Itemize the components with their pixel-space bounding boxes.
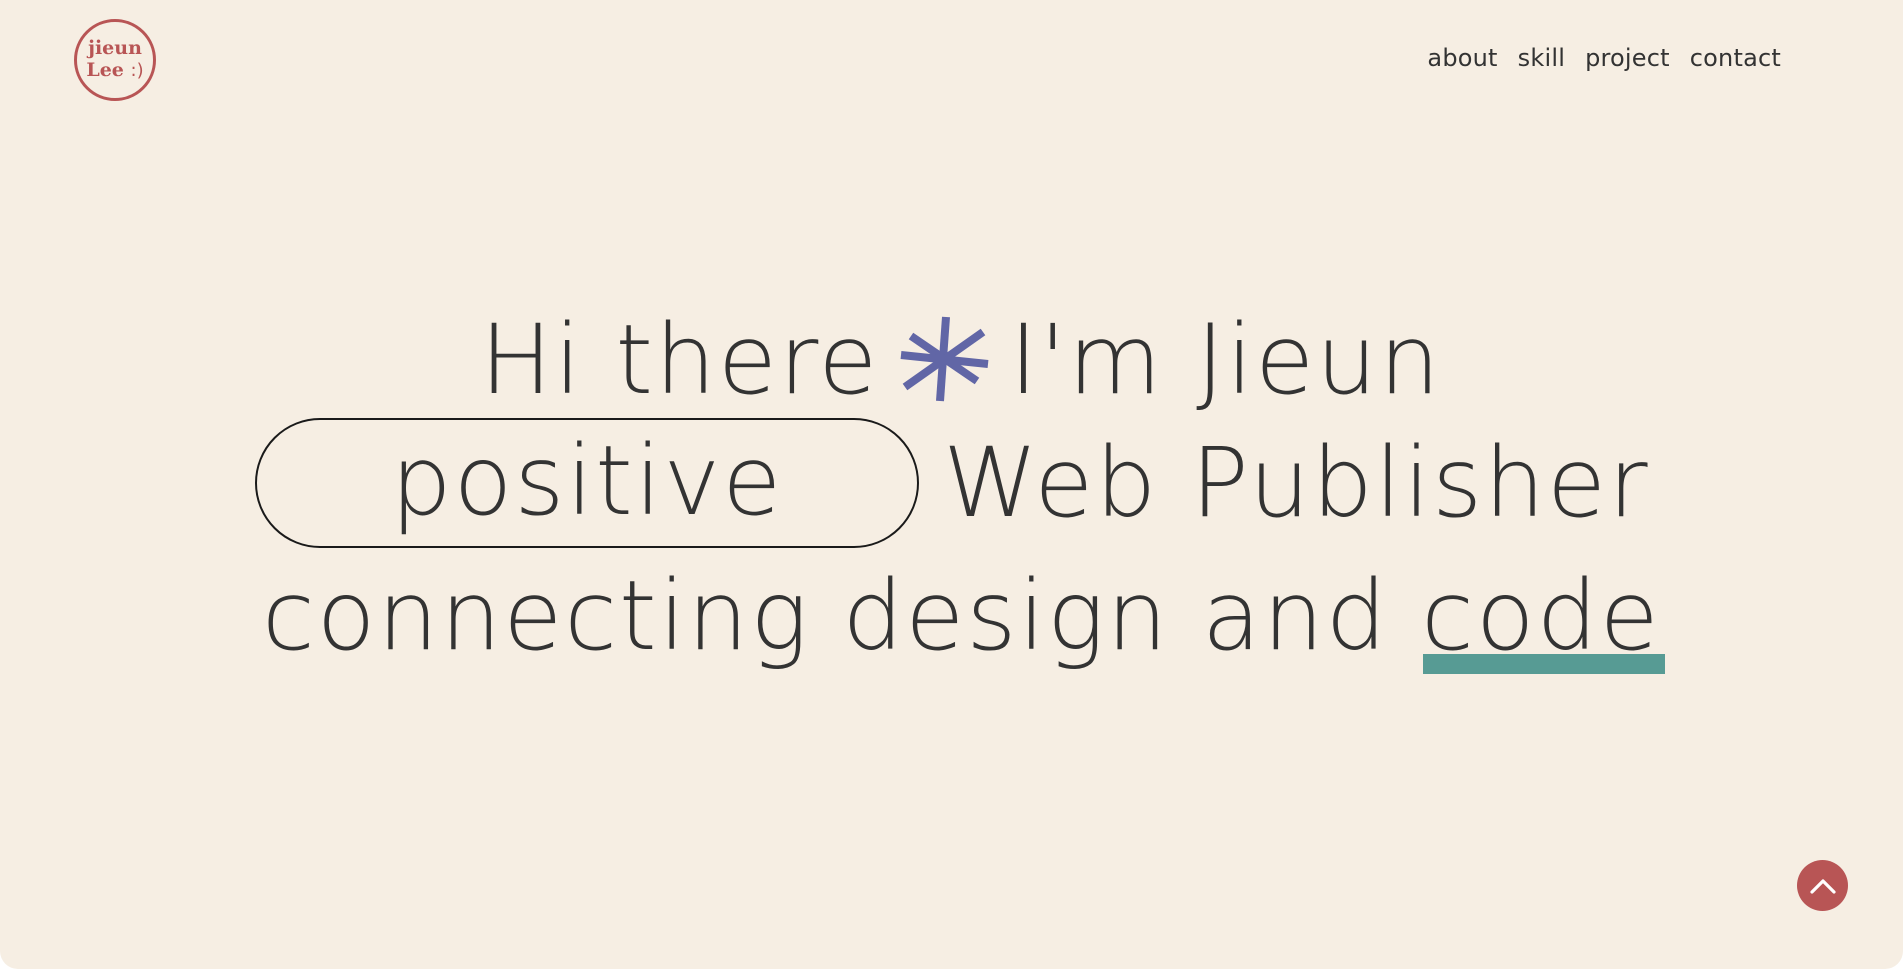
hero-greeting: Hi there [480,304,880,416]
logo-smile: :) [130,60,144,81]
hero-line-2: positive Web Publisher [255,418,1650,548]
nav-contact[interactable]: contact [1690,44,1781,72]
hero-name: I'm Jieun [1009,304,1442,416]
scroll-to-top-button[interactable] [1797,860,1848,911]
nav-project[interactable]: project [1585,44,1670,72]
rotating-word: positive [390,425,784,537]
nav-skill[interactable]: skill [1518,44,1565,72]
highlighted-word-text: code [1421,560,1661,672]
chevron-up-icon [1809,878,1836,894]
hero-tagline: connecting design and [262,560,1389,672]
logo-line-2: Lee :) [86,59,144,82]
hero-line-1: Hi there I'm Jieun [480,312,1442,408]
logo-line-1: jieun [88,37,142,60]
rotating-word-pill: positive [255,418,919,548]
logo[interactable]: jieun Lee :) [74,19,156,101]
highlighted-word: code [1421,568,1665,674]
hero-role: Web Publisher [943,427,1650,539]
logo-name: Lee [86,59,124,81]
page: jieun Lee :) about skill project contact… [0,0,1903,969]
main-nav: about skill project contact [1427,44,1781,72]
hero-line-3: connecting design and code [262,568,1665,674]
asterisk-star-icon [899,314,991,406]
nav-about[interactable]: about [1427,44,1497,72]
